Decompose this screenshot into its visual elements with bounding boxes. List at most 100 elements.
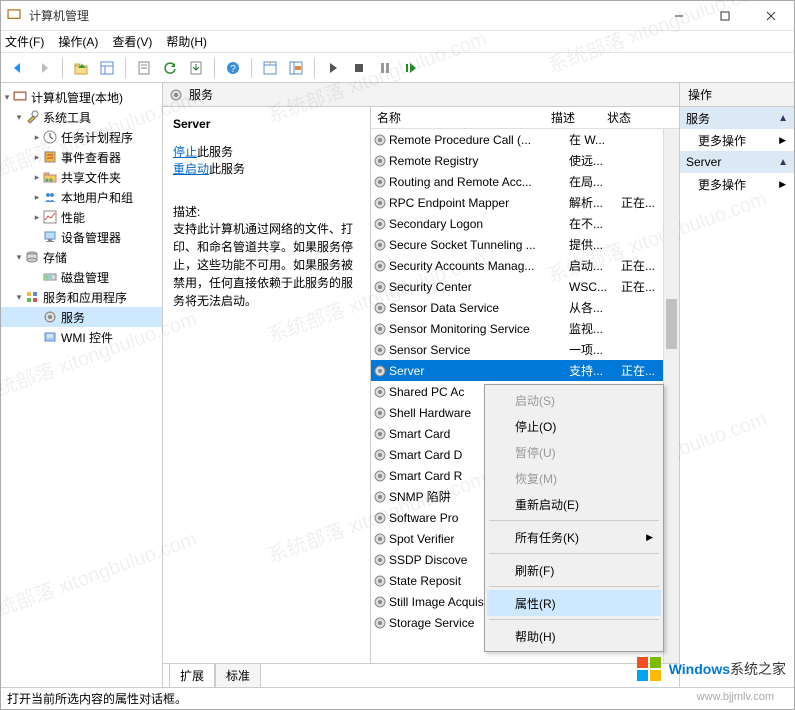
service-row[interactable]: Server支持...正在... [371,360,679,381]
col-name[interactable]: 名称 [371,109,551,126]
col-status[interactable]: 状态 [603,109,679,126]
tree-arrow-icon[interactable]: ▸ [31,171,43,183]
gear-icon [371,448,389,462]
service-row[interactable]: Remote Registry使远... [371,150,679,171]
tree-arrow-icon[interactable]: ▾ [1,91,13,103]
cm-stop[interactable]: 停止(O) [487,413,661,439]
tb-show-button[interactable] [96,57,118,79]
service-row[interactable]: Remote Procedure Call (...在 W... [371,129,679,150]
tree-arrow-icon[interactable]: ▾ [13,291,25,303]
menu-action[interactable]: 操作(A) [58,33,98,50]
tb-columns1-button[interactable] [259,57,281,79]
tb-columns2-button[interactable] [285,57,307,79]
service-desc: 提供... [569,236,621,253]
cm-restart[interactable]: 重新启动(E) [487,491,661,517]
tree-device-mgr[interactable]: 设备管理器 [61,229,121,246]
tree-arrow-icon[interactable]: ▸ [31,211,43,223]
vertical-scrollbar[interactable] [663,129,679,663]
nav-back-button[interactable] [7,57,29,79]
tree-storage[interactable]: 存储 [43,249,67,266]
tree-services-apps[interactable]: 服务和应用程序 [43,289,127,306]
service-row[interactable]: Secondary Logon在不... [371,213,679,234]
service-name: Remote Procedure Call (... [389,133,569,147]
cm-properties[interactable]: 属性(R) [487,590,661,616]
restart-service-link[interactable]: 重启动 [173,162,209,176]
chevron-right-icon: ▶ [779,179,786,190]
tb-export-button[interactable] [185,57,207,79]
selected-service-name: Server [173,117,360,131]
cm-pause[interactable]: 暂停(U) [487,439,661,465]
tree-arrow-icon[interactable]: ▸ [31,131,43,143]
tree-arrow-icon[interactable]: ▸ [31,191,43,203]
collapse-icon[interactable]: ▲ [778,113,788,124]
service-row[interactable]: Routing and Remote Acc...在局... [371,171,679,192]
actions-pane: 操作 服务 ▲ 更多操作 ▶ Server ▲ 更多操作 ▶ [679,83,794,687]
servicesapps-icon [25,290,39,304]
menu-help[interactable]: 帮助(H) [166,33,207,50]
tb-properties-button[interactable] [133,57,155,79]
tree-performance[interactable]: 性能 [61,209,85,226]
tree-services[interactable]: 服务 [61,309,85,326]
tab-standard[interactable]: 标准 [215,663,261,687]
service-row[interactable]: RPC Endpoint Mapper解析...正在... [371,192,679,213]
service-row[interactable]: Security CenterWSC...正在... [371,276,679,297]
cm-resume[interactable]: 恢复(M) [487,465,661,491]
titlebar[interactable]: 计算机管理 [1,1,794,31]
tb-up-button[interactable] [70,57,92,79]
tb-refresh-button[interactable] [159,57,181,79]
gear-icon [371,238,389,252]
cm-start[interactable]: 启动(S) [487,387,661,413]
close-button[interactable] [748,1,794,31]
cm-help[interactable]: 帮助(H) [487,623,661,649]
actions-group-server[interactable]: Server ▲ [680,151,794,173]
tb-restart-button[interactable] [400,57,422,79]
tree-disk-mgmt[interactable]: 磁盘管理 [61,269,109,286]
tree-system-tools[interactable]: 系统工具 [43,109,91,126]
service-row[interactable]: Security Accounts Manag...启动...正在... [371,255,679,276]
toolbar: ? [1,53,794,83]
actions-header: 操作 [680,83,794,107]
actions-group-services[interactable]: 服务 ▲ [680,107,794,129]
tb-help-button[interactable]: ? [222,57,244,79]
tb-play-button[interactable] [322,57,344,79]
service-row[interactable]: Sensor Data Service从各... [371,297,679,318]
gear-icon [371,301,389,315]
list-header: 名称 描述 状态 [371,107,679,129]
tab-extended[interactable]: 扩展 [169,663,215,687]
service-row[interactable]: Sensor Service一项... [371,339,679,360]
cm-refresh[interactable]: 刷新(F) [487,557,661,583]
actions-more2-label: 更多操作 [698,176,746,193]
service-row[interactable]: Sensor Monitoring Service监视... [371,318,679,339]
eventviewer-icon [43,150,57,164]
gear-icon [371,511,389,525]
nav-fwd-button[interactable] [33,57,55,79]
tree-arrow-icon[interactable]: ▾ [13,251,25,263]
service-desc: 在局... [569,173,621,190]
tree-arrow-icon[interactable]: ▾ [13,111,25,123]
diskmgmt-icon [43,270,57,284]
scrollbar-thumb[interactable] [666,299,677,349]
col-desc[interactable]: 描述 [551,109,603,126]
tree-arrow-icon[interactable]: ▸ [31,151,43,163]
menu-view[interactable]: 查看(V) [112,33,152,50]
wmi-icon [43,330,57,344]
tree-wmi[interactable]: WMI 控件 [61,329,113,346]
tb-pause-button[interactable] [374,57,396,79]
tree-pane[interactable]: ▾ 计算机管理(本地) ▾ 系统工具 ▸ 任务计划程序 ▸ 事件查看器 ▸ 共享文件夹 ▸… [1,83,163,687]
collapse-icon[interactable]: ▲ [778,157,788,168]
minimize-button[interactable] [656,1,702,31]
cm-all-tasks[interactable]: 所有任务(K)▶ [487,524,661,550]
service-row[interactable]: Secure Socket Tunneling ...提供... [371,234,679,255]
tb-stop-button[interactable] [348,57,370,79]
tree-task-scheduler[interactable]: 任务计划程序 [61,129,133,146]
tree-event-viewer[interactable]: 事件查看器 [61,149,121,166]
gear-icon [371,322,389,336]
stop-service-link[interactable]: 停止 [173,145,197,159]
tree-local-users[interactable]: 本地用户和组 [61,189,133,206]
actions-more-1[interactable]: 更多操作 ▶ [680,129,794,151]
actions-more-2[interactable]: 更多操作 ▶ [680,173,794,195]
maximize-button[interactable] [702,1,748,31]
tree-shared-folders[interactable]: 共享文件夹 [61,169,121,186]
tree-root[interactable]: 计算机管理(本地) [31,89,123,106]
menu-file[interactable]: 文件(F) [5,33,44,50]
